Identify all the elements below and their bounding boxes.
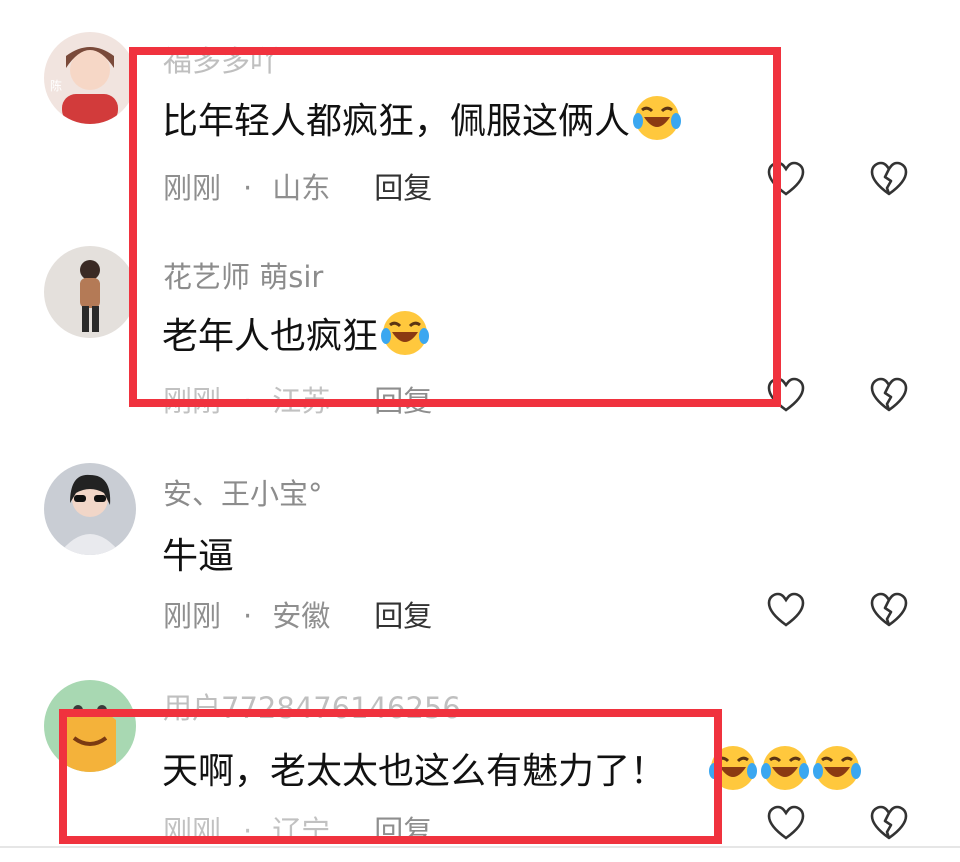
- separator-dot: ·: [243, 384, 253, 418]
- comment-meta: 刚刚 · 江苏 回复: [163, 378, 432, 420]
- comment-time: 刚刚: [163, 384, 222, 418]
- broken-heart-icon[interactable]: [869, 804, 909, 844]
- comment-location: 山东: [272, 171, 331, 205]
- avatar[interactable]: [44, 246, 136, 338]
- laughing-crying-emoji-icon: [812, 743, 862, 793]
- comment-text: 天啊，老太太也这么有魅力了！: [162, 742, 862, 794]
- broken-heart-icon[interactable]: [869, 591, 909, 631]
- comment-text-body: 牛逼: [162, 536, 235, 577]
- heart-outline-icon[interactable]: [766, 591, 806, 631]
- comment-text: 比年轻人都疯狂，佩服这俩人: [162, 92, 682, 144]
- comment-time: 刚刚: [163, 171, 222, 205]
- username[interactable]: 花艺师 萌sir: [163, 254, 323, 296]
- reply-button[interactable]: 回复: [374, 384, 432, 418]
- broken-heart-icon[interactable]: [869, 376, 909, 416]
- heart-outline-icon[interactable]: [766, 160, 806, 200]
- laughing-crying-emoji-icon: [708, 743, 758, 793]
- separator-dot: ·: [243, 599, 253, 633]
- comment-meta: 刚刚 · 安徽 回复: [163, 593, 432, 635]
- svg-text:陈: 陈: [50, 78, 62, 93]
- avatar[interactable]: [44, 463, 136, 555]
- comment-meta: 刚刚 · 山东 回复: [163, 165, 432, 207]
- reply-button[interactable]: 回复: [374, 171, 432, 205]
- comment-meta: 刚刚 · 辽宁 回复: [163, 808, 432, 850]
- comment-location: 安徽: [272, 599, 331, 633]
- reply-button[interactable]: 回复: [374, 814, 432, 848]
- username[interactable]: 安、王小宝°: [163, 471, 323, 513]
- laughing-crying-emoji-icon: [380, 308, 430, 358]
- comment-location: 江苏: [272, 384, 331, 418]
- comment-time: 刚刚: [163, 814, 222, 848]
- reply-button[interactable]: 回复: [374, 599, 432, 633]
- comment-text-body: 比年轻人都疯狂，佩服这俩人: [162, 101, 631, 142]
- comment-text: 老年人也疯狂: [162, 307, 430, 359]
- avatar[interactable]: [44, 680, 136, 772]
- laughing-crying-emoji-icon: [760, 743, 810, 793]
- comment-text-body: 天啊，老太太也这么有魅力了！: [162, 751, 667, 792]
- username[interactable]: 用户7728476146256: [163, 685, 461, 727]
- comment-text: 牛逼: [162, 527, 234, 579]
- separator-dot: ·: [243, 171, 253, 205]
- heart-outline-icon[interactable]: [766, 804, 806, 844]
- comment-text-body: 老年人也疯狂: [162, 316, 379, 357]
- laughing-crying-emoji-icon: [632, 93, 682, 143]
- comment-time: 刚刚: [163, 599, 222, 633]
- divider: [0, 846, 960, 848]
- comment-location: 辽宁: [272, 814, 331, 848]
- broken-heart-icon[interactable]: [869, 160, 909, 200]
- avatar[interactable]: 陈: [44, 32, 136, 124]
- heart-outline-icon[interactable]: [766, 376, 806, 416]
- separator-dot: ·: [243, 814, 253, 848]
- username[interactable]: 福多多吖: [163, 38, 279, 80]
